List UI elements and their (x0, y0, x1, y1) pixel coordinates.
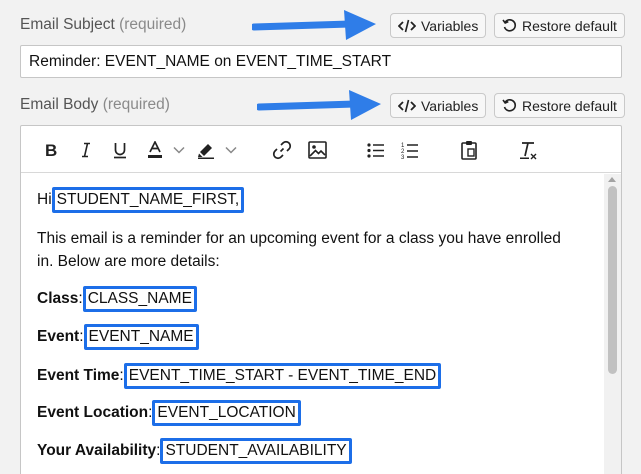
event-line: Event: EVENT_NAME (37, 324, 199, 350)
email-subject-label: Email Subject (required) (20, 16, 186, 34)
bullet-list-icon[interactable] (365, 138, 387, 162)
variable-tag: EVENT_NAME (83, 324, 199, 350)
numbered-list-icon[interactable]: 123 (399, 138, 421, 162)
link-icon[interactable] (271, 138, 293, 162)
image-icon[interactable] (306, 138, 328, 162)
code-icon (398, 19, 416, 32)
pointer-arrow-icon (257, 90, 381, 120)
clear-format-icon[interactable] (518, 138, 540, 162)
italic-icon[interactable] (76, 138, 96, 162)
subject-variables-button[interactable]: Variables (390, 13, 487, 38)
restore-icon (502, 19, 516, 32)
event-location-line: Event Location: EVENT_LOCATION (37, 400, 301, 426)
intro-line-2: in. Below are more details: (37, 253, 220, 270)
editor-toolbar: B 1 2 3 (21, 126, 621, 173)
svg-text:3: 3 (401, 155, 405, 159)
intro-line-1: This email is a reminder for an upcoming… (37, 230, 561, 247)
required-note: (required) (102, 96, 170, 113)
event-location-label: Event Location (37, 404, 149, 421)
editor-content[interactable]: Hi STUDENT_NAME_FIRST, This email is a re… (21, 174, 604, 474)
chevron-down-icon[interactable] (225, 138, 237, 162)
pointer-arrow-icon (252, 10, 376, 40)
variable-tag: STUDENT_AVAILABILITY (160, 438, 352, 464)
variables-label: Variables (421, 97, 479, 114)
scroll-up-arrow-icon[interactable] (608, 177, 616, 182)
event-label: Event (37, 328, 80, 345)
class-line: Class: CLASS_NAME (37, 286, 197, 312)
restore-icon (502, 99, 516, 112)
svg-text:B: B (45, 142, 57, 158)
email-body-editor[interactable]: B 1 2 3 Hi STUDENT_NAME_FIRST, This emai… (20, 125, 622, 474)
code-icon (398, 99, 416, 112)
body-restore-default-button[interactable]: Restore default (494, 93, 625, 118)
availability-label: Your Availability (37, 442, 157, 459)
text-color-icon[interactable] (145, 138, 165, 162)
restore-label: Restore default (522, 17, 617, 34)
required-note: (required) (119, 16, 187, 33)
scroll-thumb[interactable] (608, 186, 617, 374)
email-body-label: Email Body (required) (20, 96, 170, 114)
greeting-text: Hi (37, 191, 52, 208)
editor-scrollbar[interactable] (604, 174, 621, 474)
highlight-icon[interactable] (195, 138, 217, 162)
variable-tag: EVENT_LOCATION (152, 400, 301, 426)
availability-line: Your Availability: STUDENT_AVAILABILITY (37, 438, 352, 464)
underline-icon[interactable] (110, 138, 130, 162)
bold-icon[interactable]: B (41, 138, 61, 162)
event-time-label: Event Time (37, 367, 120, 384)
chevron-down-icon[interactable] (173, 138, 185, 162)
variable-tag: CLASS_NAME (82, 286, 197, 312)
variable-tag: STUDENT_NAME_FIRST, (51, 187, 245, 213)
email-body-label-text: Email Body (20, 96, 99, 113)
email-subject-input[interactable]: Reminder: EVENT_NAME on EVENT_TIME_START (20, 45, 622, 78)
class-label: Class (37, 290, 79, 307)
email-subject-label-text: Email Subject (20, 16, 115, 33)
variable-tag: EVENT_TIME_START - EVENT_TIME_END (123, 363, 442, 389)
body-variables-button[interactable]: Variables (390, 93, 487, 118)
event-time-line: Event Time: EVENT_TIME_START - EVENT_TIME… (37, 363, 442, 389)
restore-label: Restore default (522, 97, 617, 114)
greeting-line: Hi STUDENT_NAME_FIRST, (37, 187, 245, 213)
paste-icon[interactable] (458, 138, 480, 162)
subject-restore-default-button[interactable]: Restore default (494, 13, 625, 38)
variables-label: Variables (421, 17, 479, 34)
